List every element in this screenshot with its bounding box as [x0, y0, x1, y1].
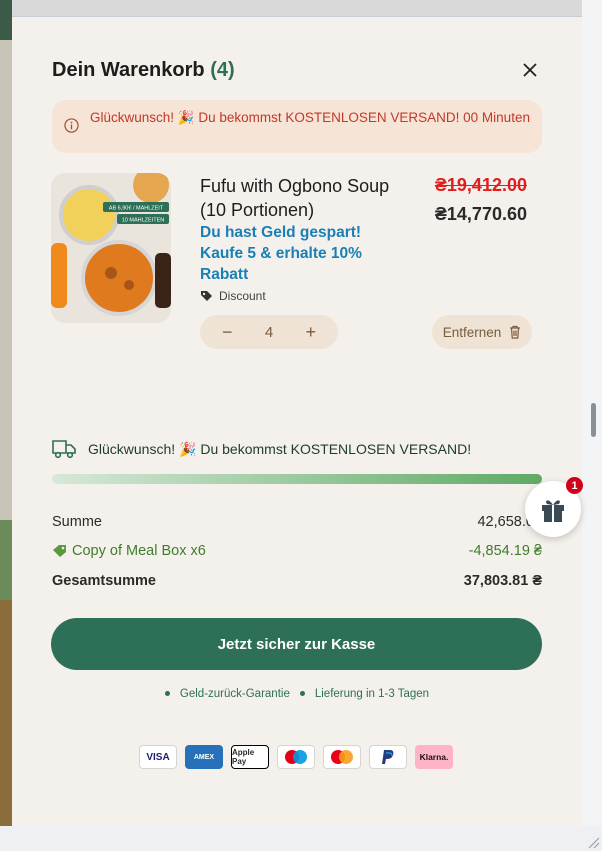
discount-tag-label: Discount: [219, 289, 266, 303]
close-icon[interactable]: [520, 60, 540, 80]
image-label-price: AB 6,90€ / MAHLZEIT: [109, 206, 164, 212]
guarantees: Geld-zurück-Garantie Lieferung in 1-3 Ta…: [12, 688, 582, 700]
cart-item-count: (4): [210, 59, 235, 81]
tag-icon: [201, 291, 212, 301]
maestro-icon: [277, 745, 315, 769]
free-shipping-notice: Glückwunsch! 🎉 Du bekommst KOSTENLOSEN V…: [52, 100, 542, 153]
visa-icon: VISA: [139, 745, 177, 769]
klarna-icon: Klarna.: [415, 745, 453, 769]
image-label-count: 10 MAHLZEITEN: [122, 218, 165, 224]
background-page: [0, 0, 12, 826]
shipping-progress-fill: [52, 474, 542, 484]
discount-tag: Discount: [200, 289, 266, 303]
remove-item-button[interactable]: Entfernen: [432, 315, 532, 349]
gift-button[interactable]: 1: [525, 477, 583, 537]
gift-badge: 1: [566, 477, 583, 494]
shipping-status: Glückwunsch! 🎉 Du bekommst KOSTENLOSEN V…: [52, 439, 471, 459]
paypal-icon: [369, 745, 407, 769]
resize-handle-icon[interactable]: [586, 835, 600, 849]
window-bottom-bar: [0, 826, 602, 851]
amex-icon: AMEX: [185, 745, 223, 769]
increase-quantity-button[interactable]: +: [305, 322, 316, 343]
discount-label: Copy of Meal Box x6: [72, 543, 206, 559]
scrollbar-thumb[interactable]: [591, 403, 596, 437]
promo-text: Du hast Geld gespart! Kaufe 5 & erhalte …: [200, 224, 362, 283]
remove-label: Entfernen: [442, 324, 502, 340]
total-value: 37,803.81 ₴: [463, 573, 542, 589]
decrease-quantity-button[interactable]: −: [222, 322, 233, 343]
trash-icon: [510, 325, 521, 339]
cart-title: Dein Warenkorb (4): [52, 59, 235, 82]
gift-icon: [542, 500, 564, 522]
total-label: Gesamtsumme: [52, 573, 156, 589]
payment-methods: VISA AMEX Apple Pay Klarna.: [139, 745, 453, 769]
guarantee-item: Lieferung in 1-3 Tagen: [299, 688, 429, 700]
shipping-progress-bar: [52, 474, 542, 484]
mastercard-icon: [323, 745, 361, 769]
apple-pay-icon: Apple Pay: [231, 745, 269, 769]
product-name[interactable]: Fufu with Ogbono Soup (10 Portionen): [200, 174, 400, 222]
subtotal-row: Summe 42,658.00: [52, 514, 542, 530]
discount-row: Copy of Meal Box x6 -4,854.19 ₴: [52, 543, 542, 559]
total-row: Gesamtsumme 37,803.81 ₴: [52, 573, 542, 589]
cart-drawer: Dein Warenkorb (4) Glückwunsch! 🎉 Du bek…: [12, 17, 582, 826]
guarantee-item: Geld-zurück-Garantie: [164, 688, 290, 700]
discount-tag-icon: [53, 545, 66, 557]
delivery-truck-icon: [52, 440, 76, 459]
checkout-button[interactable]: Jetzt sicher zur Kasse: [51, 618, 542, 670]
discounted-price: ₴14,770.60: [434, 204, 527, 224]
product-image[interactable]: AB 6,90€ / MAHLZEIT 10 MAHLZEITEN: [51, 173, 171, 323]
notice-text: Glückwunsch! 🎉 Du bekommst KOSTENLOSEN V…: [90, 110, 530, 125]
discount-value: -4,854.19 ₴: [468, 543, 542, 559]
info-icon: [64, 118, 79, 133]
shipping-text: Glückwunsch! 🎉 Du bekommst KOSTENLOSEN V…: [88, 440, 472, 457]
subtotal-label: Summe: [52, 514, 102, 530]
quantity-stepper: − 4 +: [200, 315, 338, 349]
original-price: ₴19,412.00: [434, 175, 527, 195]
quantity-value: 4: [264, 323, 274, 341]
cart-title-text: Dein Warenkorb: [52, 59, 205, 81]
